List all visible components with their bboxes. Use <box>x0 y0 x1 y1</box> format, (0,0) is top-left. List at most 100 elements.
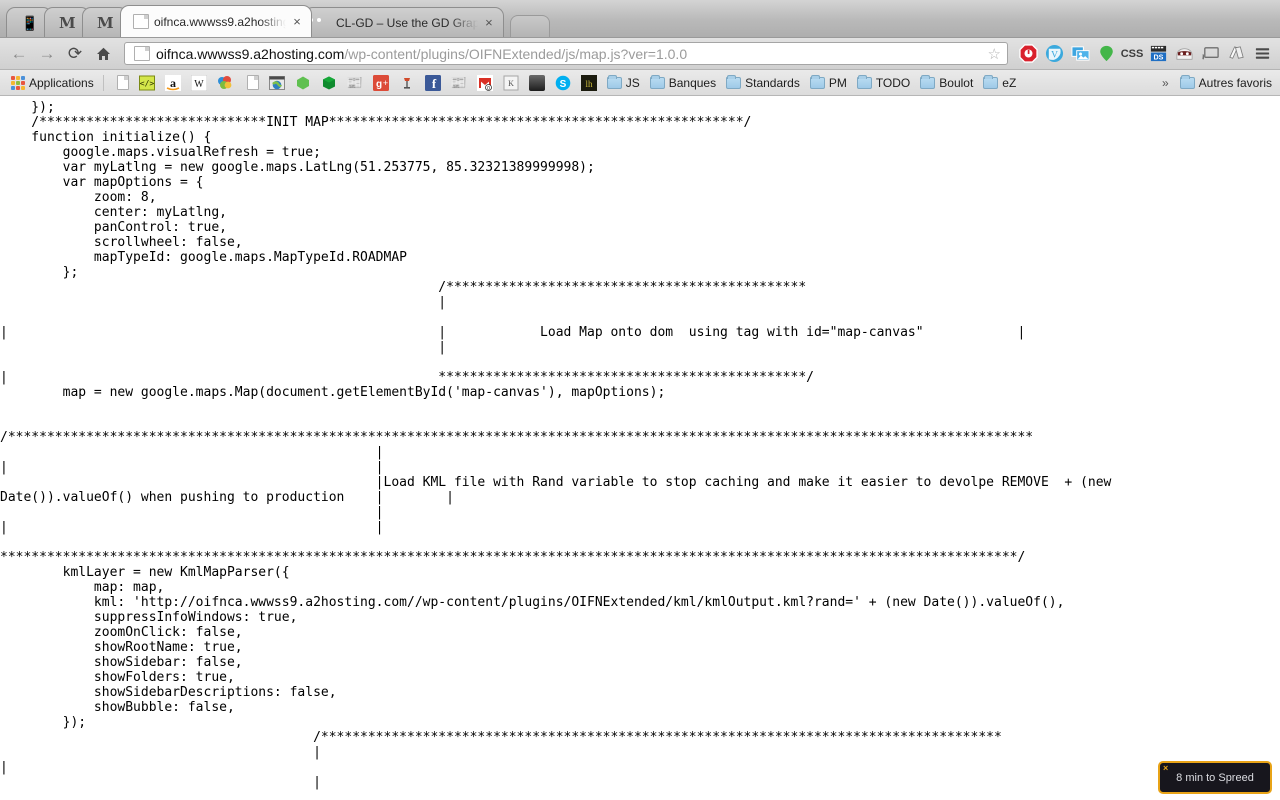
source-code-text: }); /*****************************INIT M… <box>0 100 1112 790</box>
apps-grid-icon <box>11 75 25 90</box>
pin-marker-icon[interactable] <box>1094 42 1118 66</box>
svg-text:g: g <box>376 79 382 90</box>
folder-label: TODO <box>875 75 911 90</box>
back-icon[interactable]: ← <box>6 41 32 67</box>
svg-text:lh: lh <box>585 79 593 89</box>
reload-icon[interactable]: ⟳ <box>62 41 88 67</box>
bookmark-cube[interactable] <box>316 73 342 93</box>
other-bookmarks-label: Autres favoris <box>1198 75 1272 90</box>
bookmark-folder-ez[interactable]: eZ <box>978 74 1021 92</box>
apps-label: Applications <box>29 75 94 90</box>
bookmark-key[interactable]: K <box>498 73 524 93</box>
downloads-icon[interactable]: DS <box>1146 42 1170 66</box>
cube-icon <box>321 75 337 91</box>
adblock-icon[interactable] <box>1016 42 1040 66</box>
folder-label: eZ <box>1002 75 1017 90</box>
forward-icon[interactable]: → <box>34 41 60 67</box>
bookmark-hexagon-light[interactable] <box>290 73 316 93</box>
bookmark-google-plus[interactable]: g + <box>368 73 394 93</box>
tab-strip: 📱 M M oifnca.wwwss9.a2hosting.c × CL-GD … <box>0 0 1280 38</box>
tab-close-icon[interactable]: × <box>291 14 303 29</box>
folder-icon <box>983 74 999 89</box>
m-icon: M <box>59 13 76 32</box>
bookmark-folder-pm[interactable]: PM <box>805 74 852 92</box>
lh-icon: lh <box>580 74 597 91</box>
skype-icon: S <box>555 75 571 91</box>
svg-text:0: 0 <box>487 86 490 91</box>
page-icon <box>133 14 149 29</box>
bookmark-facebook[interactable]: f <box>420 73 446 93</box>
folder-icon <box>809 74 825 89</box>
key-icon: K <box>503 75 519 91</box>
google-plus-icon: g + <box>372 74 389 91</box>
bookmark-code[interactable]: </> <box>134 73 160 93</box>
bookmark-page[interactable] <box>108 73 134 93</box>
folder-icon <box>856 74 872 89</box>
page-icon <box>243 74 259 91</box>
spreed-toast-notification[interactable]: × 8 min to Spreed <box>1158 761 1272 794</box>
bookmark-folder-js[interactable]: JS <box>602 74 645 92</box>
bookmark-feed-2[interactable]: 📰 <box>446 73 472 93</box>
avast-icon[interactable]: V <box>1042 42 1066 66</box>
bookmark-colors[interactable] <box>212 73 238 93</box>
bookmark-feed[interactable]: 📰 <box>342 73 368 93</box>
page-icon <box>113 74 129 91</box>
bookmark-maps[interactable] <box>264 73 290 93</box>
mask-icon <box>315 15 331 31</box>
readability-icon[interactable] <box>1224 42 1248 66</box>
bookmark-page-2[interactable] <box>238 73 264 93</box>
divider <box>102 74 104 91</box>
hexagon-light-icon <box>295 75 311 91</box>
bookmark-folder-banques[interactable]: Banques <box>645 74 721 92</box>
url-path: /wp-content/plugins/OIFNExtended/js/map.… <box>344 45 688 62</box>
page-content: }); /*****************************INIT M… <box>0 97 1280 800</box>
bookmark-folder-boulot[interactable]: Boulot <box>915 74 978 92</box>
address-bar[interactable]: oifnca.wwwss9.a2hosting.com/wp-content/p… <box>124 42 1008 65</box>
svg-text:V: V <box>1051 50 1058 60</box>
css-viewer-icon[interactable]: CSS <box>1120 42 1144 66</box>
bookmark-lh[interactable]: lh <box>576 73 602 93</box>
tab-active-map-js[interactable]: oifnca.wwwss9.a2hosting.c × <box>120 5 312 37</box>
svg-text:W: W <box>194 79 204 90</box>
tab-close-icon[interactable]: × <box>483 15 495 30</box>
svg-text:</>: </> <box>139 79 154 88</box>
bookmark-wikipedia[interactable]: W <box>186 73 212 93</box>
bookmark-skype[interactable]: S <box>550 73 576 93</box>
bookmark-folder-todo[interactable]: TODO <box>852 74 915 92</box>
code-icon: </> <box>138 75 155 91</box>
close-icon[interactable]: × <box>1163 764 1168 773</box>
bookmark-lamp[interactable] <box>394 73 420 93</box>
bookmark-star-icon[interactable]: ☆ <box>988 45 1001 63</box>
new-tab-button[interactable] <box>510 15 550 37</box>
bookmark-amazon[interactable]: a <box>160 73 186 93</box>
folder-icon <box>606 74 622 89</box>
wikipedia-icon: W <box>190 74 208 91</box>
bookmarks-bar: Applications </> a W 📰 g + f 📰 0 K S lh J… <box>0 70 1280 96</box>
browser-window: 📱 M M oifnca.wwwss9.a2hosting.c × CL-GD … <box>0 0 1280 800</box>
tab-title: CL-GD – Use the GD Graph <box>336 15 478 30</box>
folder-label: PM <box>828 75 847 90</box>
svg-text:DS: DS <box>1153 54 1163 62</box>
m-icon: M <box>97 13 114 32</box>
bookmark-dark-square[interactable] <box>524 73 550 93</box>
bookmark-folder-standards[interactable]: Standards <box>721 74 805 92</box>
cast-icon[interactable] <box>1198 42 1222 66</box>
other-bookmarks-folder[interactable]: Autres favoris <box>1175 74 1274 92</box>
svg-text:S: S <box>559 79 566 90</box>
ghostery-icon[interactable] <box>1172 42 1196 66</box>
lamp-icon <box>399 75 415 91</box>
home-icon[interactable] <box>90 41 116 67</box>
tab-cl-gd[interactable]: CL-GD – Use the GD Graph × <box>304 7 504 37</box>
folder-icon <box>649 74 665 89</box>
svg-text:K: K <box>508 79 514 88</box>
colors-icon <box>217 75 233 91</box>
maps-icon <box>268 75 285 91</box>
apps-button[interactable]: Applications <box>6 74 99 92</box>
folder-label: Banques <box>668 75 717 90</box>
bookmarks-overflow-icon[interactable]: » <box>1156 76 1175 90</box>
svg-text:f: f <box>432 76 437 91</box>
bookmark-gmail[interactable]: 0 <box>472 73 498 93</box>
toast-message: 8 min to Spreed <box>1176 771 1254 784</box>
chrome-menu-icon[interactable] <box>1250 42 1274 66</box>
awesome-screenshot-icon[interactable] <box>1068 42 1092 66</box>
